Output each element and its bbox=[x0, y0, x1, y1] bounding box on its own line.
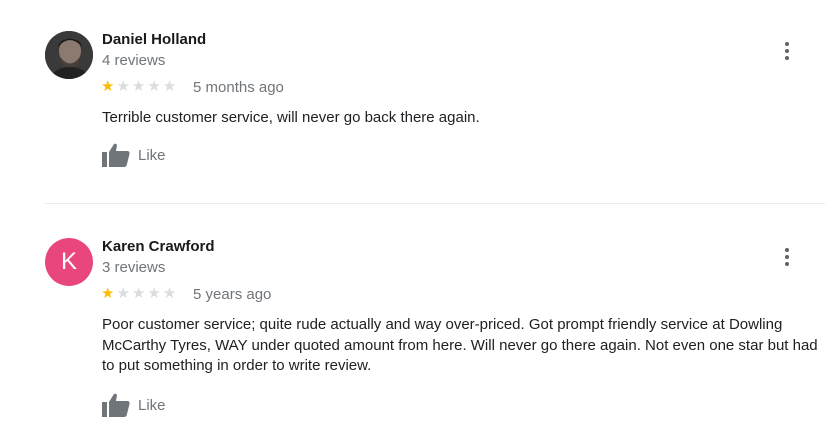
thumbs-up-icon bbox=[102, 143, 130, 167]
like-label: Like bbox=[138, 396, 166, 414]
review-text: Terrible customer service, will never go… bbox=[102, 109, 480, 126]
more-options-button[interactable] bbox=[775, 39, 799, 63]
thumbs-up-icon bbox=[102, 393, 130, 417]
star-filled-icon: ★ bbox=[101, 285, 115, 302]
star-empty-icon: ★ bbox=[131, 78, 146, 95]
star-empty-icon: ★ bbox=[147, 78, 161, 95]
divider bbox=[45, 203, 825, 204]
star-filled-icon: ★ bbox=[101, 78, 115, 95]
reviewer-name[interactable]: Daniel Holland bbox=[102, 31, 206, 48]
star-empty-icon: ★ bbox=[131, 285, 146, 302]
like-label: Like bbox=[138, 146, 166, 164]
reviewer-name[interactable]: Karen Crawford bbox=[102, 238, 215, 255]
star-empty-icon: ★ bbox=[116, 285, 130, 302]
star-empty-icon: ★ bbox=[147, 285, 161, 302]
star-empty-icon: ★ bbox=[162, 285, 177, 302]
more-vert-icon bbox=[785, 248, 789, 266]
review-date: 5 years ago bbox=[193, 286, 272, 303]
more-vert-icon bbox=[785, 42, 789, 60]
avatar[interactable] bbox=[45, 31, 93, 79]
review-text: Poor customer service; quite rude actual… bbox=[102, 316, 818, 374]
star-empty-icon: ★ bbox=[116, 78, 130, 95]
like-button[interactable]: Like bbox=[102, 392, 166, 418]
more-options-button[interactable] bbox=[775, 245, 799, 269]
star-empty-icon: ★ bbox=[162, 78, 177, 95]
star-rating: ★ ★ ★ ★ ★ bbox=[101, 286, 176, 302]
user-photo-icon bbox=[45, 31, 93, 79]
avatar[interactable]: K bbox=[45, 238, 93, 286]
review-date: 5 months ago bbox=[193, 79, 284, 96]
review-count[interactable]: 3 reviews bbox=[102, 259, 165, 276]
review-count[interactable]: 4 reviews bbox=[102, 52, 165, 69]
star-rating: ★ ★ ★ ★ ★ bbox=[101, 79, 176, 95]
like-button[interactable]: Like bbox=[102, 142, 166, 168]
